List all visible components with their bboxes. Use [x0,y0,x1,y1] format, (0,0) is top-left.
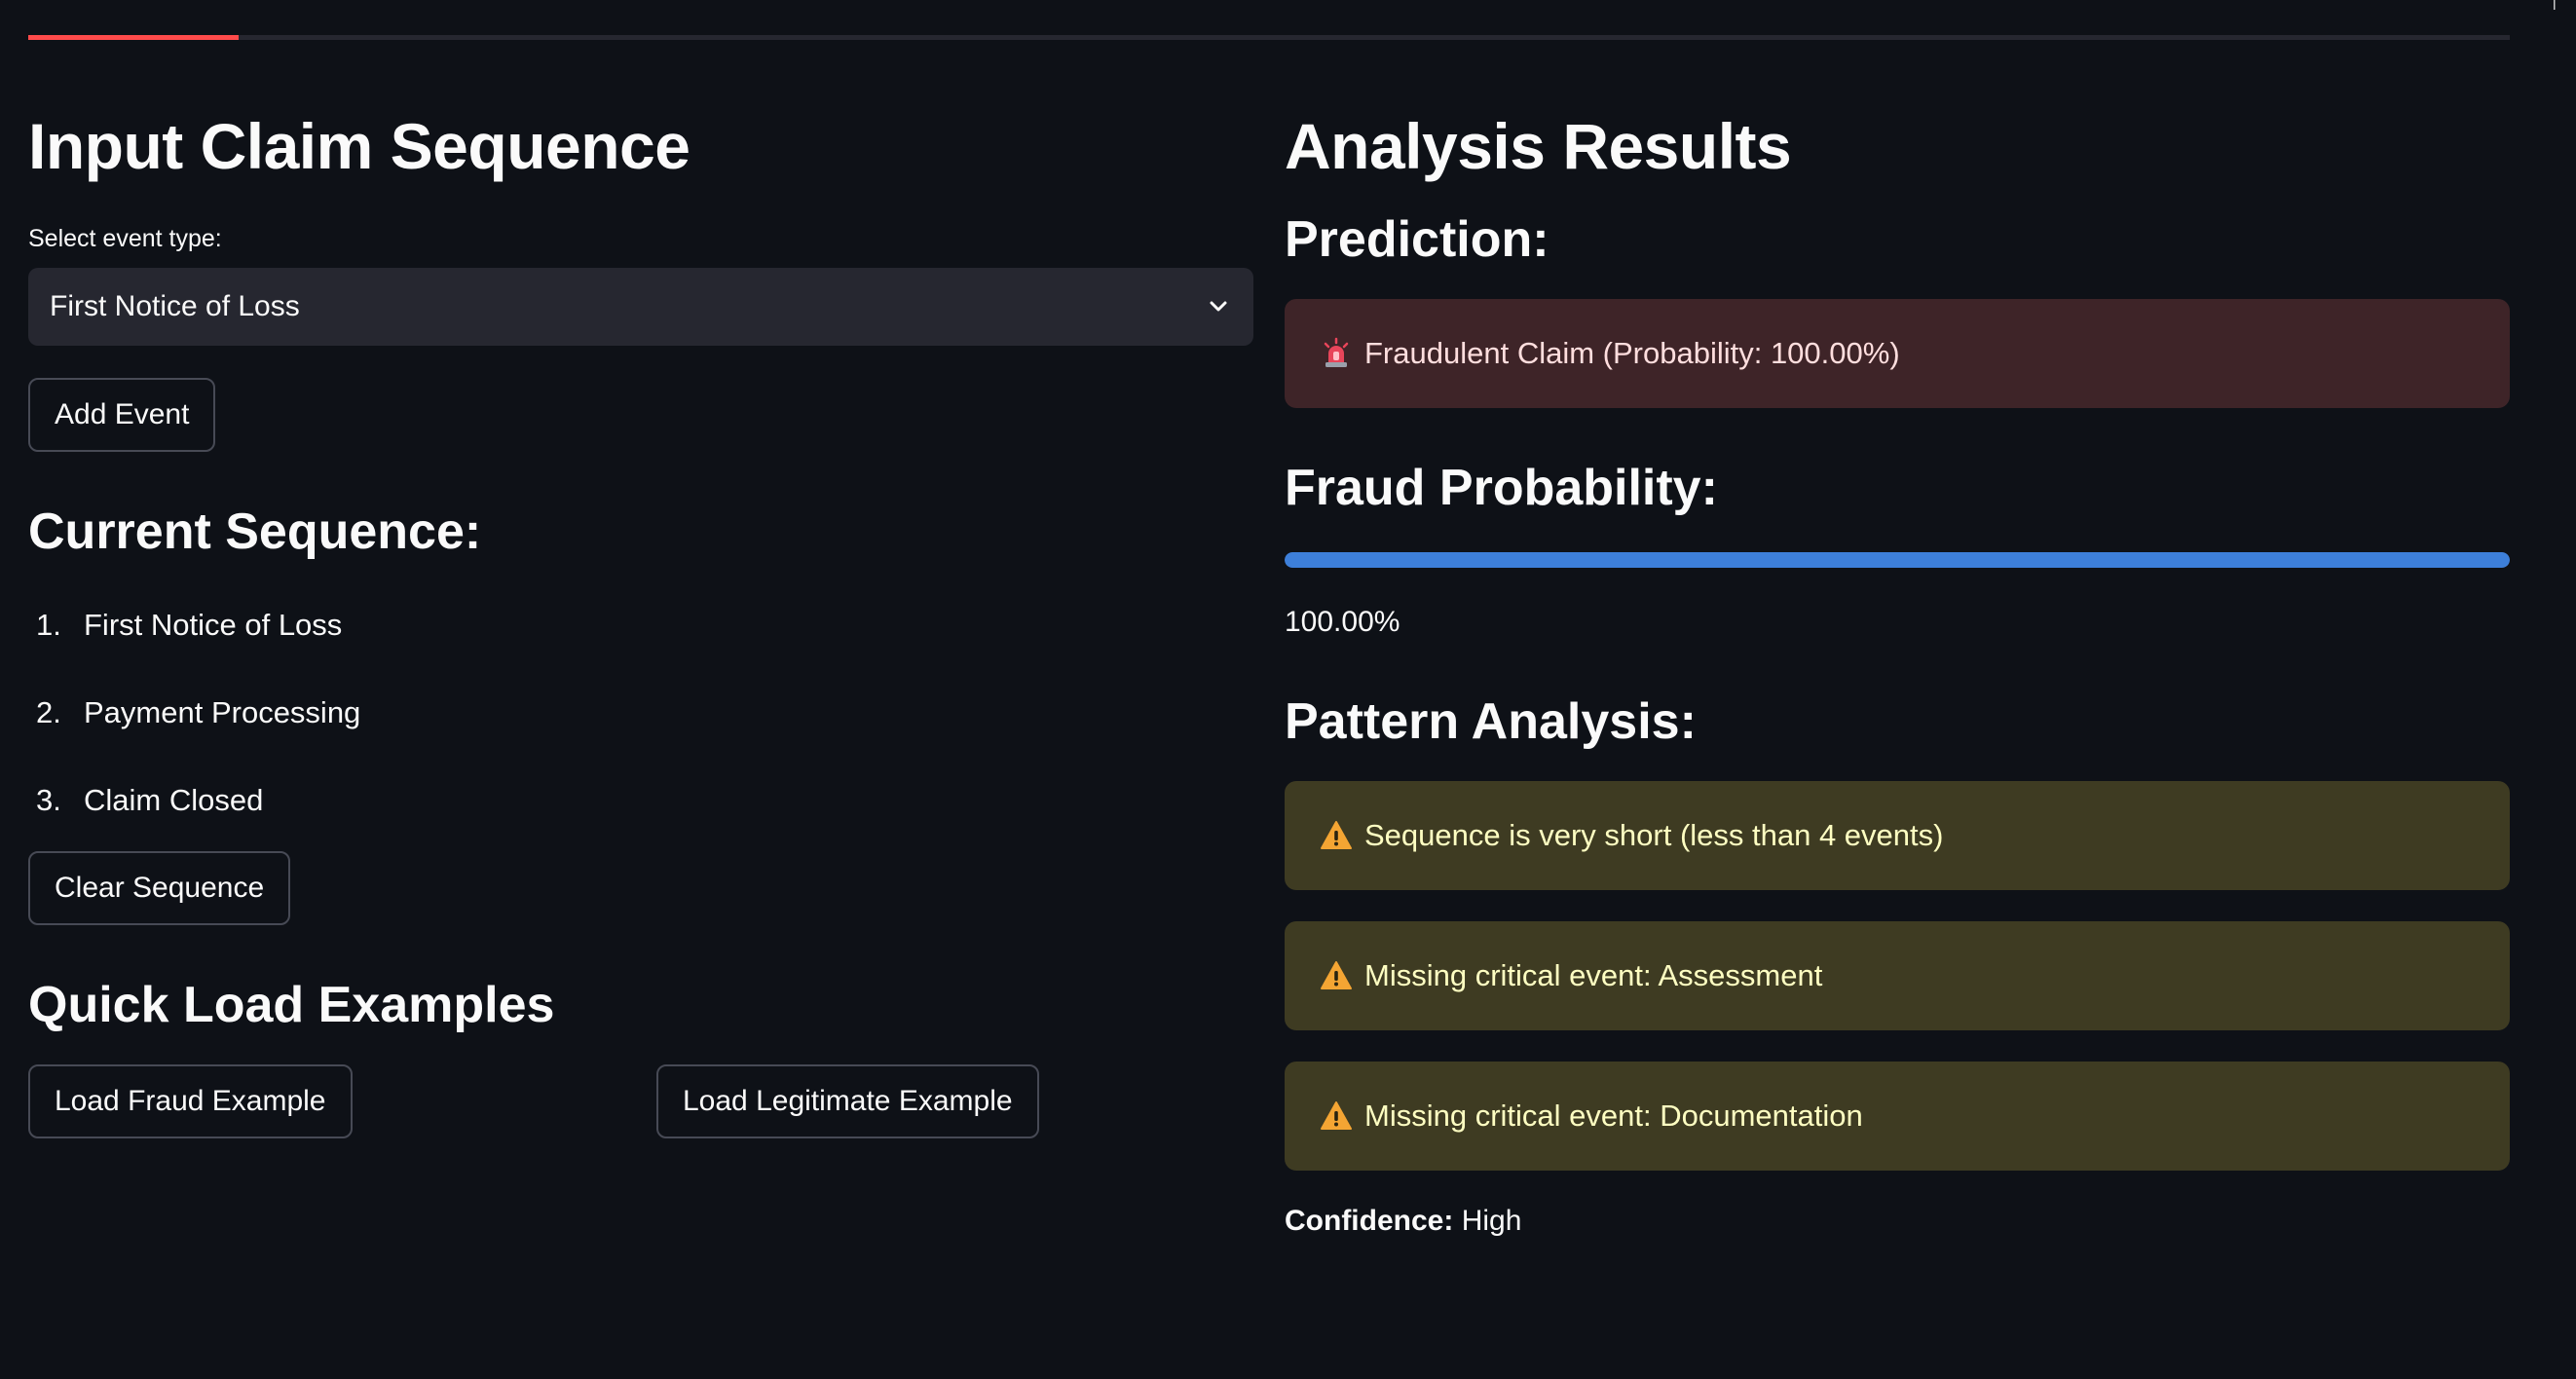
input-column: Input Claim Sequence Select event type: … [28,88,1253,1138]
sequence-item-number: 2. [36,695,61,729]
fraud-probability-text: 100.00% [1285,606,1400,638]
quick-load-heading: Quick Load Examples [28,977,555,1033]
warning-alert: Sequence is very short (less than 4 even… [1285,781,2510,890]
warning-alert: Missing critical event: Assessment [1285,921,2510,1030]
rotating-light-icon [1324,337,1349,367]
sequence-item-label: First Notice of Loss [84,608,343,642]
prediction-text: Fraudulent Claim (Probability: 100.00%) [1364,336,1900,370]
warning-text: Missing critical event: Assessment [1364,958,1823,992]
warning-icon [1321,1101,1352,1130]
sequence-item: 2. Payment Processing [28,669,1253,757]
sequence-item: 1. First Notice of Loss [28,581,1253,669]
fraud-probability-heading: Fraud Probability: [1285,460,1718,516]
current-sequence-heading: Current Sequence: [28,503,482,560]
sequence-item-number: 1. [36,608,61,642]
event-type-label: Select event type: [28,225,222,252]
prediction-alert: Fraudulent Claim (Probability: 100.00%) [1285,299,2510,408]
warning-text: Sequence is very short (less than 4 even… [1364,818,1944,852]
event-type-select[interactable]: First Notice of Loss [28,268,1253,346]
fraud-probability-fill [1285,552,2510,568]
chevron-down-icon [1210,301,1227,312]
load-legitimate-example-button[interactable]: Load Legitimate Example [656,1064,1039,1138]
sequence-list: 1. First Notice of Loss 2. Payment Processi… [28,581,1253,844]
confidence-value: High [1461,1205,1522,1237]
confidence-line: Confidence: High [1285,1205,2510,1238]
tab-bar [28,35,2510,40]
active-tab-indicator [28,35,239,40]
add-event-button[interactable]: Add Event [28,378,216,452]
sequence-item-label: Payment Processing [84,695,361,729]
input-title: Input Claim Sequence [28,110,691,182]
warning-icon [1321,821,1352,849]
warning-text: Missing critical event: Documentation [1364,1099,1863,1133]
results-title: Analysis Results [1285,110,1792,182]
confidence-label: Confidence: [1285,1205,1454,1237]
load-fraud-example-button[interactable]: Load Fraud Example [28,1064,353,1138]
sequence-item: 3. Claim Closed [28,757,1253,844]
warning-icon [1321,961,1352,989]
warning-alert: Missing critical event: Documentation [1285,1062,2510,1171]
prediction-heading: Prediction: [1285,211,1549,268]
pattern-analysis-heading: Pattern Analysis: [1285,693,1697,750]
sequence-item-label: Claim Closed [84,783,264,817]
event-type-select-value: First Notice of Loss [50,290,300,322]
sequence-item-number: 3. [36,783,61,817]
fraud-probability-bar [1285,552,2510,568]
truncated-corner-text: | [2553,0,2557,10]
clear-sequence-button[interactable]: Clear Sequence [28,851,291,925]
pattern-warnings: Sequence is very short (less than 4 even… [1285,781,2510,1171]
results-column: Analysis Results Prediction: Fraudulent … [1285,88,2510,1238]
